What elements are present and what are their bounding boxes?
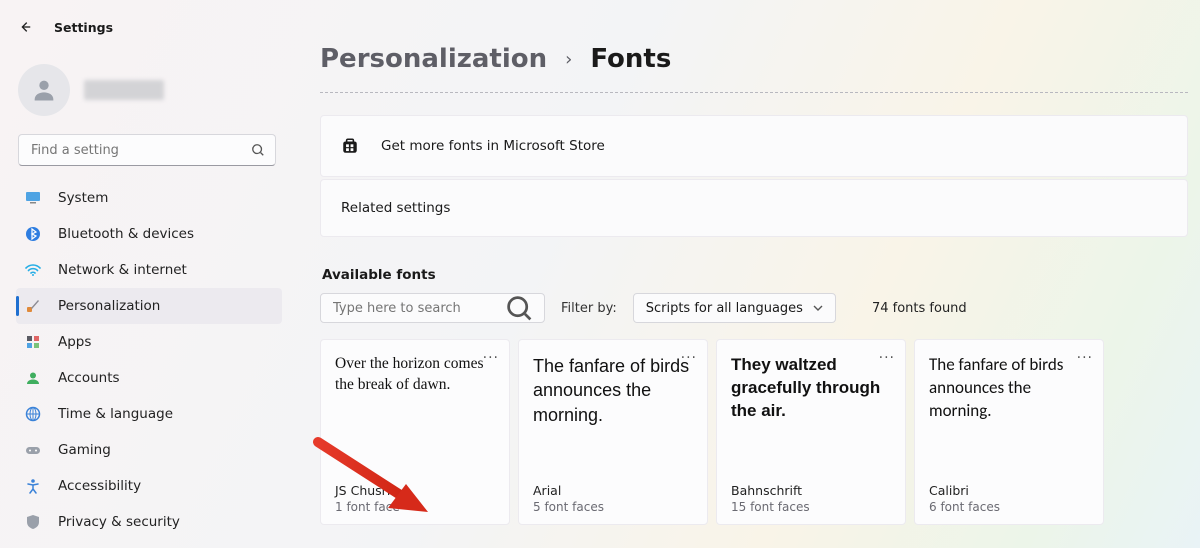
font-sample: The fanfare of birds announces the morni…: [929, 354, 1089, 477]
accessibility-icon: [24, 477, 42, 495]
paintbrush-icon: [24, 297, 42, 315]
shield-icon: [24, 513, 42, 531]
settings-search[interactable]: [18, 134, 276, 166]
filter-dropdown-value: Scripts for all languages: [646, 301, 803, 316]
profile-name: [84, 80, 164, 100]
sidebar-item-apps[interactable]: Apps: [16, 324, 282, 360]
chevron-right-icon: ›: [565, 49, 572, 70]
font-card[interactable]: ··· They waltzed gracefully through the …: [716, 339, 906, 525]
fonts-count: 74 fonts found: [872, 301, 967, 316]
font-name: Bahnschrift: [731, 483, 891, 498]
font-sample: Over the horizon comes the break of dawn…: [335, 354, 495, 477]
breadcrumb-current: Fonts: [590, 44, 671, 74]
sidebar-item-label: Network & internet: [58, 262, 187, 278]
more-icon[interactable]: ···: [1077, 350, 1093, 366]
apps-icon: [24, 333, 42, 351]
more-icon[interactable]: ···: [681, 350, 697, 366]
chevron-down-icon: [813, 303, 823, 313]
font-card[interactable]: ··· The fanfare of birds announces the m…: [518, 339, 708, 525]
sidebar-item-label: Accessibility: [58, 478, 141, 494]
sidebar: Settings System Bluetooth & devices N: [0, 0, 290, 548]
bluetooth-icon: [24, 225, 42, 243]
store-link-label: Get more fonts in Microsoft Store: [381, 138, 605, 154]
font-name: Calibri: [929, 483, 1089, 498]
store-link-row[interactable]: Get more fonts in Microsoft Store: [320, 115, 1188, 177]
sidebar-item-label: Accounts: [58, 370, 120, 386]
search-icon: [251, 143, 265, 157]
sidebar-item-label: Privacy & security: [58, 514, 180, 530]
sidebar-item-privacy[interactable]: Privacy & security: [16, 504, 282, 540]
font-card[interactable]: ··· Over the horizon comes the break of …: [320, 339, 510, 525]
sidebar-item-label: Gaming: [58, 442, 111, 458]
sidebar-item-label: Apps: [58, 334, 91, 350]
font-faces: 6 font faces: [929, 500, 1089, 514]
font-grid: ··· Over the horizon comes the break of …: [320, 339, 1188, 525]
sidebar-item-accessibility[interactable]: Accessibility: [16, 468, 282, 504]
font-faces: 15 font faces: [731, 500, 891, 514]
app-title: Settings: [54, 20, 113, 35]
sidebar-item-system[interactable]: System: [16, 180, 282, 216]
font-search-input[interactable]: [331, 300, 505, 317]
profile-block[interactable]: [18, 64, 280, 116]
breadcrumb: Personalization › Fonts: [320, 44, 1188, 74]
font-faces: 1 font face: [335, 500, 495, 514]
account-icon: [24, 369, 42, 387]
globe-clock-icon: [24, 405, 42, 423]
font-sample: The fanfare of birds announces the morni…: [533, 354, 693, 477]
back-button[interactable]: [16, 18, 34, 36]
monitor-icon: [24, 189, 42, 207]
avatar: [18, 64, 70, 116]
filter-by-label: Filter by:: [561, 301, 617, 316]
main: Personalization › Fonts Get more fonts i…: [290, 0, 1200, 548]
divider: [320, 92, 1188, 93]
font-faces: 5 font faces: [533, 500, 693, 514]
settings-search-input[interactable]: [29, 142, 251, 159]
person-icon: [30, 76, 58, 104]
gamepad-icon: [24, 441, 42, 459]
sidebar-item-network[interactable]: Network & internet: [16, 252, 282, 288]
sidebar-item-label: Bluetooth & devices: [58, 226, 194, 242]
font-search[interactable]: [320, 293, 545, 323]
font-name: JS Chusri: [335, 483, 495, 498]
store-icon: [341, 137, 359, 155]
sidebar-item-gaming[interactable]: Gaming: [16, 432, 282, 468]
related-settings-row[interactable]: Related settings: [320, 179, 1188, 237]
wifi-icon: [24, 261, 42, 279]
arrow-left-icon: [18, 20, 32, 34]
nav: System Bluetooth & devices Network & int…: [16, 180, 282, 540]
more-icon[interactable]: ···: [879, 350, 895, 366]
font-sample: They waltzed gracefully through the air.: [731, 354, 891, 477]
search-icon: [505, 294, 534, 323]
breadcrumb-parent[interactable]: Personalization: [320, 44, 547, 74]
font-card[interactable]: ··· The fanfare of birds announces the m…: [914, 339, 1104, 525]
sidebar-item-personalization[interactable]: Personalization: [16, 288, 282, 324]
sidebar-item-accounts[interactable]: Accounts: [16, 360, 282, 396]
sidebar-item-bluetooth[interactable]: Bluetooth & devices: [16, 216, 282, 252]
sidebar-item-label: Personalization: [58, 298, 160, 314]
available-fonts-title: Available fonts: [322, 267, 1188, 283]
sidebar-item-time[interactable]: Time & language: [16, 396, 282, 432]
more-icon[interactable]: ···: [483, 350, 499, 366]
sidebar-item-label: Time & language: [58, 406, 173, 422]
filter-dropdown[interactable]: Scripts for all languages: [633, 293, 836, 323]
related-settings-label: Related settings: [341, 200, 450, 216]
filter-row: Filter by: Scripts for all languages 74 …: [320, 293, 1188, 323]
sidebar-item-label: System: [58, 190, 108, 206]
font-name: Arial: [533, 483, 693, 498]
